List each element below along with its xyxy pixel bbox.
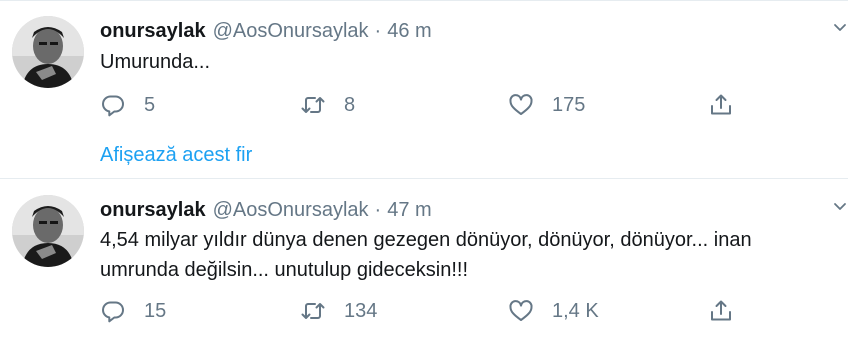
user-handle[interactable]: @AosOnursaylak: [213, 20, 369, 43]
tweet-header: onursaylak @AosOnursaylak · 47 m: [100, 197, 432, 223]
reply-count: 5: [144, 93, 156, 116]
display-name[interactable]: onursaylak: [100, 20, 206, 43]
avatar[interactable]: [12, 16, 84, 88]
tweet-timestamp[interactable]: 47 m: [387, 199, 431, 222]
chevron-down-icon[interactable]: [832, 199, 848, 215]
heart-icon: [509, 300, 533, 321]
heart-icon: [509, 94, 533, 115]
retweet-icon: [301, 97, 325, 113]
tweet-text: Umurunda...: [100, 51, 211, 73]
share-icon: [711, 300, 731, 321]
reply-button[interactable]: 5: [100, 90, 155, 120]
avatar[interactable]: [12, 195, 84, 267]
separator-dot: ·: [374, 198, 382, 221]
like-button[interactable]: 1,4 K: [508, 296, 599, 326]
tweet-actions: 15 134 1,4 K: [100, 296, 750, 326]
reply-count: 15: [144, 299, 167, 322]
share-button[interactable]: [708, 90, 734, 120]
retweet-count: 134: [344, 299, 378, 322]
user-handle[interactable]: @AosOnursaylak: [213, 199, 369, 222]
retweet-icon: [301, 303, 325, 319]
share-button[interactable]: [708, 296, 734, 326]
reply-icon: [102, 301, 124, 323]
show-thread-link[interactable]: Afișează acest fir: [100, 144, 252, 167]
retweet-count: 8: [344, 93, 356, 116]
like-button[interactable]: 175: [508, 90, 585, 120]
share-icon: [711, 94, 731, 115]
separator-dot: ·: [374, 19, 382, 42]
retweet-button[interactable]: 134: [300, 296, 377, 326]
display-name[interactable]: onursaylak: [100, 199, 206, 222]
tweet-actions: 5 8 175: [100, 90, 750, 120]
tweet-text: 4,54 milyar yıldır dünya denen gezegen d…: [100, 229, 752, 281]
tweet-header: onursaylak @AosOnursaylak · 46 m: [100, 18, 432, 44]
reply-icon: [102, 95, 124, 117]
retweet-button[interactable]: 8: [300, 90, 355, 120]
tweet[interactable]: onursaylak @AosOnursaylak · 46 m Umurund…: [0, 0, 848, 179]
like-count: 1,4 K: [552, 299, 599, 322]
like-count: 175: [552, 93, 586, 116]
chevron-down-icon[interactable]: [832, 20, 848, 36]
reply-button[interactable]: 15: [100, 296, 166, 326]
tweet[interactable]: onursaylak @AosOnursaylak · 47 m 4,54 mi…: [0, 179, 848, 344]
tweet-timestamp[interactable]: 46 m: [387, 20, 431, 43]
